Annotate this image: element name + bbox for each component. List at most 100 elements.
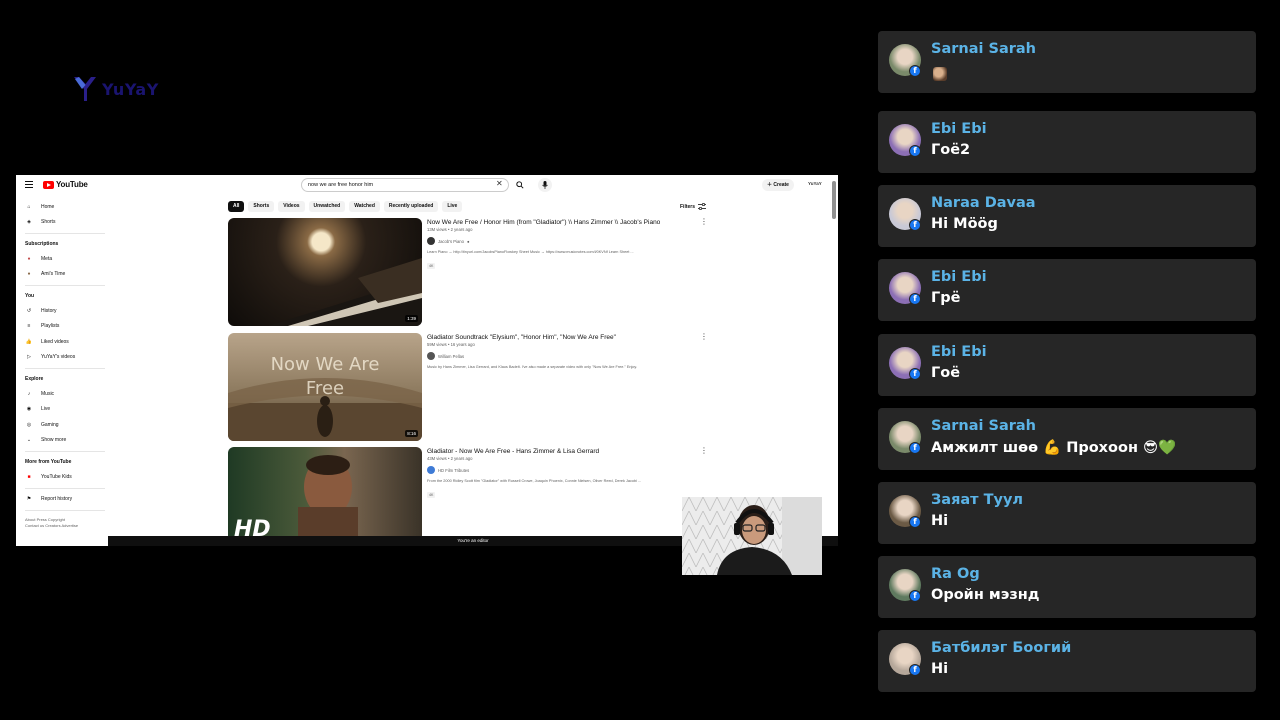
menu-icon[interactable] (25, 181, 33, 189)
youtube-logo[interactable]: YouTube (43, 180, 88, 189)
channel-link[interactable]: William Pellas (427, 352, 697, 360)
channel-link[interactable]: Jacob's Piano ● (427, 237, 697, 245)
filter-chip[interactable]: Videos (278, 201, 305, 212)
search-button[interactable] (509, 178, 531, 192)
sidebar-item-label: Live (41, 406, 51, 413)
video-thumbnail[interactable]: HD (228, 447, 422, 546)
sidebar-item[interactable]: ♪ Music (16, 386, 108, 402)
sidebar-item[interactable]: ≡ Playlists (16, 319, 108, 335)
filter-chip[interactable]: Shorts (248, 201, 275, 212)
sidebar-item[interactable]: ● Ami's Time (16, 267, 108, 283)
sidebar-section-subscriptions[interactable]: Subscriptions (16, 237, 108, 251)
sidebar-item[interactable]: ↺ History (16, 303, 108, 319)
video-thumbnail[interactable]: Now We Are Free 8:16 (228, 333, 422, 441)
search-input[interactable]: now we are free honor him (301, 178, 509, 192)
home-icon: ⌂ (27, 203, 31, 210)
piano-keys-image (268, 258, 422, 326)
chat-message: f Ebi Ebi Гоё2 (878, 111, 1256, 173)
video-title[interactable]: Gladiator Soundtrack "Elysium", "Honor H… (427, 333, 697, 342)
report-history-link[interactable]: ⚑ Report history (16, 492, 108, 508)
chat-author-name: Ebi Ebi (931, 344, 987, 360)
chat-author-name: Sarnai Sarah (931, 418, 1036, 434)
sidebar-item[interactable]: ⌄ Show more (16, 433, 108, 449)
more-options-icon[interactable]: ⋮ (700, 333, 708, 341)
account-avatar[interactable]: YuYaY (808, 181, 822, 186)
gaming-icon: ◎ (26, 421, 32, 428)
history-icon: ↺ (26, 307, 32, 314)
chat-message-text: Hi (931, 513, 949, 529)
playlists-icon: ≡ (27, 323, 31, 330)
sidebar-section-more[interactable]: More from YouTube (16, 455, 108, 469)
sidebar-item[interactable]: 👍 Liked videos (16, 334, 108, 350)
channel-avatar: ● (27, 255, 31, 262)
chat-message: f Ra Og Оройн мэзнд (878, 556, 1256, 618)
sidebar-item-label: Shorts (41, 219, 56, 226)
chat-message: f Ebi Ebi Грё (878, 259, 1256, 321)
chat-author-name: Ra Og (931, 566, 980, 582)
sidebar-divider (25, 233, 105, 234)
sidebar-item[interactable]: ◈ Shorts (16, 215, 108, 231)
channel-avatar (427, 352, 435, 360)
chat-message-text: Гоё (931, 365, 961, 381)
sidebar-item[interactable]: ◎ Gaming (16, 417, 108, 433)
facebook-icon: f (909, 442, 921, 454)
video-duration: 8:16 (405, 430, 418, 437)
sidebar-item-label: Meta (41, 255, 53, 262)
filter-chip[interactable]: All (228, 201, 245, 212)
chat-author-name: Ebi Ebi (931, 121, 987, 137)
channel-avatar (427, 466, 435, 474)
chat-message-text: Гоё2 (931, 142, 971, 158)
quality-badge: 4K (427, 492, 436, 498)
filter-chip[interactable]: Recently uploaded (383, 201, 439, 212)
create-button[interactable]: ＋ Create (762, 179, 794, 191)
more-options-icon[interactable]: ⋮ (700, 218, 708, 226)
sidebar-item[interactable]: ● Meta (16, 251, 108, 267)
sidebar-section-explore[interactable]: Explore (16, 372, 108, 386)
filter-chip[interactable]: Watched (349, 201, 380, 212)
footer-links[interactable]: About Press Copyright Contact us Creators… (16, 517, 108, 529)
thumbnail-overlay-text: Now We Are Free (228, 353, 422, 401)
video-result[interactable]: Now We Are Free 8:16 Gladiator Soundtrac… (228, 333, 828, 443)
more-options-icon[interactable]: ⋮ (700, 447, 708, 455)
video-thumbnail[interactable]: 1:39 (228, 218, 422, 326)
video-duration: 1:39 (405, 315, 418, 322)
video-title[interactable]: Now We Are Free / Honor Him (from "Gladi… (427, 218, 697, 227)
footer-line[interactable]: Contact us Creators Advertise (25, 523, 108, 529)
facebook-icon: f (909, 368, 921, 380)
chat-panel: f Sarnai Sarah f Ebi Ebi Гоё2 f Naraa Davaa Hi … (878, 0, 1256, 720)
youtube-sidebar: ⌂ Home ◈ Shorts Subscriptions ● Meta ● Ami's Tim… (16, 199, 108, 529)
sidebar-item[interactable]: ◉ Live (16, 402, 108, 418)
chat-message: f Naraa Davaa Hi Möög (878, 185, 1256, 247)
sidebar-item-label: Show more (41, 437, 67, 444)
video-info: Gladiator - Now We Are Free - Hans Zimme… (427, 447, 697, 501)
filter-chip[interactable]: Unwatched (308, 201, 346, 212)
video-title[interactable]: Gladiator - Now We Are Free - Hans Zimme… (427, 447, 697, 456)
chat-author-name: Ebi Ebi (931, 269, 987, 285)
sidebar-divider (25, 451, 105, 452)
chat-author-name: Naraa Davaa (931, 195, 1036, 211)
scrollbar[interactable] (832, 181, 836, 219)
clear-search-icon[interactable]: ✕ (496, 179, 503, 189)
voice-search-button[interactable] (538, 178, 552, 192)
live-icon: ◉ (26, 406, 32, 413)
thumbnail-text-line2: Free (305, 378, 345, 399)
channel-avatar: ● (27, 271, 31, 278)
sidebar-item[interactable]: ⌂ Home (16, 199, 108, 215)
yuyay-logo-icon (74, 77, 96, 101)
sidebar-item[interactable]: ■ YouTube Kids (16, 469, 108, 485)
chat-message-text: Hi Möög (931, 216, 998, 232)
chat-author-name: Sarnai Sarah (931, 41, 1036, 57)
video-result[interactable]: 1:39 Now We Are Free / Honor Him (from "… (228, 218, 828, 328)
chat-message-text: Оройн мэзнд (931, 587, 1040, 603)
sidebar-item[interactable]: ▷ YuYaY's videos (16, 350, 108, 366)
video-meta: 43M views • 2 years ago (427, 456, 473, 461)
filters-button[interactable]: Filters (680, 203, 707, 210)
channel-link[interactable]: HD Film Tributes (427, 466, 697, 474)
filter-chip[interactable]: Live (442, 201, 463, 212)
facebook-icon: f (909, 219, 921, 231)
youtube-topbar: YouTube now we are free honor him ✕ ＋ Cr… (16, 175, 838, 197)
video-info: Now We Are Free / Honor Him (from "Gladi… (427, 218, 697, 272)
youtube-play-icon (43, 180, 54, 189)
sidebar-section-you[interactable]: You (16, 289, 108, 303)
stream-logo: YuYaY (72, 75, 159, 103)
